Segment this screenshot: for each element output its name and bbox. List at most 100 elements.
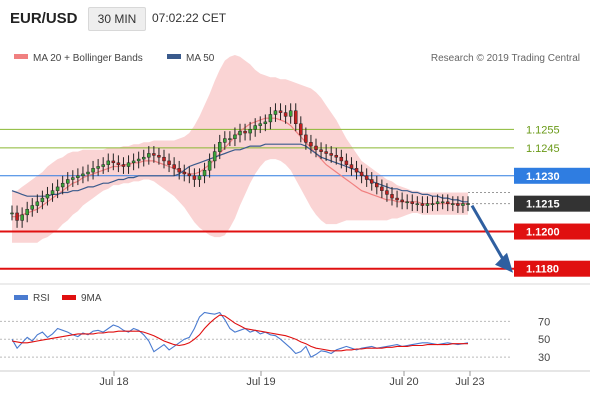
candle-body	[304, 134, 308, 143]
time-tick-label: Jul 19	[246, 376, 275, 388]
candle-body	[101, 164, 105, 167]
candle-body	[223, 138, 227, 143]
candle-body	[385, 190, 389, 195]
candle-body	[136, 158, 141, 162]
candle-body	[238, 130, 242, 136]
time-axis: Jul 18 Jul 19 Jul 20 Jul 23	[99, 371, 485, 388]
ma20-legend-swatch	[14, 54, 28, 59]
candle-body	[15, 212, 19, 221]
candle-body	[147, 153, 151, 158]
candle-body	[217, 142, 222, 152]
candle-body	[364, 175, 369, 180]
candle-body	[207, 160, 212, 171]
candle-body	[334, 155, 339, 158]
time-tick-label: Jul 23	[455, 376, 484, 388]
candle-body	[152, 153, 156, 156]
candle-body	[425, 203, 430, 206]
candle-body	[157, 155, 161, 158]
candle-body	[293, 110, 298, 125]
level-text-label: 1.1255	[526, 124, 560, 136]
candle-body	[456, 203, 460, 206]
candle-body	[415, 203, 420, 205]
candle-body	[248, 129, 252, 134]
candle-body	[319, 149, 323, 152]
candle-body	[410, 201, 415, 204]
candle-body	[76, 175, 80, 178]
level-tag-label: 1.1180	[526, 264, 559, 276]
candle-body	[187, 173, 192, 177]
watermark: Research © 2019 Trading Central	[431, 53, 580, 64]
candle-body	[55, 186, 60, 191]
candle-body	[233, 134, 237, 139]
candle-body	[30, 205, 35, 210]
rsi-tick-label: 50	[538, 334, 550, 346]
candle-body	[96, 166, 100, 169]
9ma-legend-swatch	[62, 295, 76, 300]
candle-body	[344, 160, 349, 165]
candle-body	[309, 142, 313, 147]
ma50-legend-label: MA 50	[186, 53, 215, 64]
candle-body	[395, 197, 399, 201]
candle-body	[45, 194, 50, 199]
forecast-arrow-layer	[470, 204, 513, 273]
candle-body	[329, 153, 333, 156]
rsi-legend: RSI 9MA	[14, 293, 102, 304]
candle-body	[369, 179, 374, 184]
candle-body	[324, 151, 328, 154]
rsi-legend-label: RSI	[33, 293, 50, 304]
candle-body	[10, 212, 14, 215]
candle-body	[466, 203, 470, 205]
candle-body	[445, 201, 450, 204]
candle-body	[278, 110, 283, 113]
candle-body	[339, 156, 344, 162]
candle-body	[430, 203, 435, 205]
candle-body	[288, 110, 293, 117]
candle-body	[35, 201, 40, 206]
candle-body	[20, 214, 24, 221]
candle-body	[258, 123, 263, 126]
rsi-tick-label: 30	[538, 352, 550, 364]
bollinger-band-layer	[12, 55, 468, 243]
candle-body	[440, 201, 445, 204]
candle-body	[91, 168, 95, 173]
candle-body	[314, 145, 318, 151]
candle-body	[380, 186, 384, 191]
candle-body	[126, 162, 131, 167]
candle-body	[172, 164, 176, 169]
candle-body	[131, 160, 136, 164]
level-tag-label: 1.1200	[526, 227, 560, 239]
level-tag-label: 1.1230	[526, 171, 560, 183]
candle-body	[435, 201, 440, 204]
candle-body	[141, 156, 146, 160]
candle-body	[65, 179, 70, 184]
candle-body	[359, 171, 364, 177]
candle-body	[375, 182, 379, 188]
candle-body	[263, 121, 268, 125]
candle-body	[354, 168, 359, 173]
candle-body	[228, 138, 232, 140]
candle-body	[167, 160, 171, 165]
time-tick-label: Jul 18	[99, 376, 128, 388]
candle-body	[81, 173, 85, 177]
candle-body	[106, 160, 111, 165]
candle-body	[60, 182, 65, 188]
candle-body	[86, 171, 90, 175]
candle-body	[202, 169, 207, 177]
candle-body	[405, 201, 409, 204]
forecast-arrow-shaft	[470, 204, 507, 264]
price-tag-layer: 1.1255 1.1245 1.1230 1.1215 1.1200 1.1180	[514, 124, 590, 277]
candle-body	[116, 162, 121, 165]
rsi-tick-label: 70	[538, 316, 550, 328]
candle-body	[461, 203, 465, 206]
candle-body	[451, 203, 455, 205]
candle-body	[40, 197, 45, 203]
candle-body	[111, 160, 116, 164]
candle-body	[192, 175, 197, 180]
candle-body	[25, 208, 29, 216]
candle-body	[71, 177, 75, 180]
bollinger-band	[12, 55, 468, 243]
candle-body	[253, 125, 257, 130]
candle-body	[268, 114, 273, 123]
time-tick-label: Jul 20	[389, 376, 418, 388]
candle-body	[182, 171, 187, 175]
